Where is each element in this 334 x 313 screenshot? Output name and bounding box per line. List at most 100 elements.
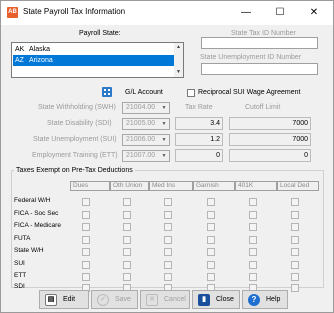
exempt-row-label: ETT [14, 272, 27, 279]
list-scrollbar[interactable]: ▲ ▼ [174, 43, 183, 77]
exempt-checkbox[interactable] [82, 273, 90, 281]
exempt-checkbox[interactable] [249, 236, 257, 244]
help-button[interactable]: ? Help [242, 290, 288, 309]
exempt-checkbox[interactable] [123, 261, 131, 269]
exempt-checkbox[interactable] [249, 273, 257, 281]
exempt-checkbox[interactable] [207, 248, 215, 256]
cancel-icon: ✕ [146, 294, 158, 306]
ett-account-select[interactable]: 21007.00 ▼ [122, 150, 170, 162]
title-bar[interactable]: AB State Payroll Tax Information — ☐ ✕ [1, 1, 333, 25]
cutoff-limit-header: Cutoff Limit [245, 104, 281, 111]
exempt-checkbox[interactable] [123, 236, 131, 244]
scroll-down-icon[interactable]: ▼ [174, 69, 183, 75]
ett-label: Employment Training (ETT) [32, 152, 118, 159]
dialog-window: AB State Payroll Tax Information — ☐ ✕ P… [0, 0, 334, 313]
checkmark-icon: ✓ [97, 294, 109, 306]
swh-account-select[interactable]: 21004.00 ▼ [122, 102, 170, 114]
help-icon: ? [248, 294, 260, 306]
list-item[interactable]: AK Alaska [13, 44, 175, 55]
exempt-checkbox[interactable] [164, 211, 172, 219]
close-button[interactable]: ▮ Close [192, 290, 240, 309]
exempt-checkbox[interactable] [164, 248, 172, 256]
exempt-checkbox[interactable] [291, 211, 299, 219]
exempt-checkbox[interactable] [291, 236, 299, 244]
list-item-selected[interactable]: AZ Arizona [13, 55, 175, 66]
exempt-checkbox[interactable] [82, 211, 90, 219]
sdi-cutoff-field[interactable]: 7000 [229, 117, 311, 130]
payroll-state-label: Payroll State: [79, 30, 121, 37]
state-tax-id-field[interactable] [201, 37, 318, 49]
sdi-rate-field[interactable]: 3.4 [175, 117, 223, 130]
exempt-checkbox[interactable] [82, 236, 90, 244]
exempt-checkbox[interactable] [82, 198, 90, 206]
exempt-checkbox[interactable] [291, 261, 299, 269]
ett-rate-field[interactable]: 0 [175, 149, 223, 162]
exempt-checkbox[interactable] [249, 198, 257, 206]
col-header-oth-union: Oth Union [110, 181, 149, 191]
col-header-garnish: Garnish [193, 181, 235, 191]
state-code: AK [15, 46, 25, 53]
close-label: Close [216, 296, 234, 303]
exempt-checkbox[interactable] [123, 273, 131, 281]
cancel-label: Cancel [164, 296, 186, 303]
exempt-checkbox[interactable] [207, 236, 215, 244]
door-exit-icon: ▮ [198, 294, 210, 306]
col-header-med-ins: Med Ins [149, 181, 193, 191]
edit-label: Edit [63, 296, 76, 303]
minimize-button[interactable]: — [229, 1, 263, 25]
exempt-checkbox[interactable] [249, 211, 257, 219]
exempt-row-label: FUTA [14, 235, 31, 242]
sui-account-select[interactable]: 21006.00 ▼ [122, 134, 170, 146]
swh-account-value: 21004.00 [126, 104, 156, 111]
exempt-checkbox[interactable] [82, 248, 90, 256]
exempt-checkbox[interactable] [82, 261, 90, 269]
exempt-checkbox[interactable] [249, 223, 257, 231]
gl-account-icon[interactable] [102, 87, 112, 97]
payroll-state-list[interactable]: AK Alaska AZ Arizona ▲ ▼ [11, 42, 184, 78]
exempt-checkbox[interactable] [123, 223, 131, 231]
cancel-button[interactable]: ✕ Cancel [140, 290, 190, 309]
chevron-down-icon: ▼ [161, 121, 167, 127]
exempt-checkbox[interactable] [164, 236, 172, 244]
chevron-down-icon: ▼ [161, 105, 167, 111]
exempt-checkbox[interactable] [164, 261, 172, 269]
sui-cutoff-field[interactable]: 7000 [229, 133, 311, 146]
exempt-checkbox[interactable] [123, 248, 131, 256]
ett-cutoff-field[interactable]: 0 [229, 149, 311, 162]
chevron-down-icon: ▼ [161, 153, 167, 159]
state-name: Arizona [29, 57, 53, 64]
exempt-checkbox[interactable] [291, 273, 299, 281]
edit-button[interactable]: ▤ Edit [39, 290, 89, 309]
exempt-checkbox[interactable] [207, 223, 215, 231]
exempt-checkbox[interactable] [123, 211, 131, 219]
sui-rate-field[interactable]: 1.2 [175, 133, 223, 146]
exempt-checkbox[interactable] [291, 248, 299, 256]
gl-account-label: G/L Account [125, 89, 163, 96]
exempt-checkbox[interactable] [82, 223, 90, 231]
exempt-checkbox[interactable] [291, 223, 299, 231]
state-unemployment-id-field[interactable] [201, 63, 318, 75]
tax-rate-header: Tax Rate [185, 104, 213, 111]
exempt-checkbox[interactable] [291, 198, 299, 206]
exempt-checkbox[interactable] [207, 273, 215, 281]
sdi-account-select[interactable]: 21005.00 ▼ [122, 118, 170, 130]
exempt-checkbox[interactable] [207, 211, 215, 219]
sdi-account-value: 21005.00 [126, 120, 156, 127]
exempt-checkbox[interactable] [291, 284, 299, 292]
exempt-checkbox[interactable] [207, 198, 215, 206]
reciprocal-checkbox[interactable] [187, 89, 195, 97]
exempt-checkbox[interactable] [207, 261, 215, 269]
exempt-checkbox[interactable] [164, 223, 172, 231]
exempt-checkbox[interactable] [164, 198, 172, 206]
exempt-checkbox[interactable] [164, 273, 172, 281]
exempt-checkbox[interactable] [249, 248, 257, 256]
exempt-checkbox[interactable] [123, 198, 131, 206]
maximize-button[interactable]: ☐ [263, 1, 297, 25]
exempt-checkbox[interactable] [249, 261, 257, 269]
reciprocal-label: Reciprocal SUI Wage Agreement [198, 89, 301, 96]
close-window-button[interactable]: ✕ [297, 1, 331, 25]
swh-label: State Withholding (SWH) [38, 104, 116, 111]
exempt-row-label: SDI [14, 283, 25, 290]
scroll-up-icon[interactable]: ▲ [174, 44, 183, 50]
save-button[interactable]: ✓ Save [91, 290, 138, 309]
